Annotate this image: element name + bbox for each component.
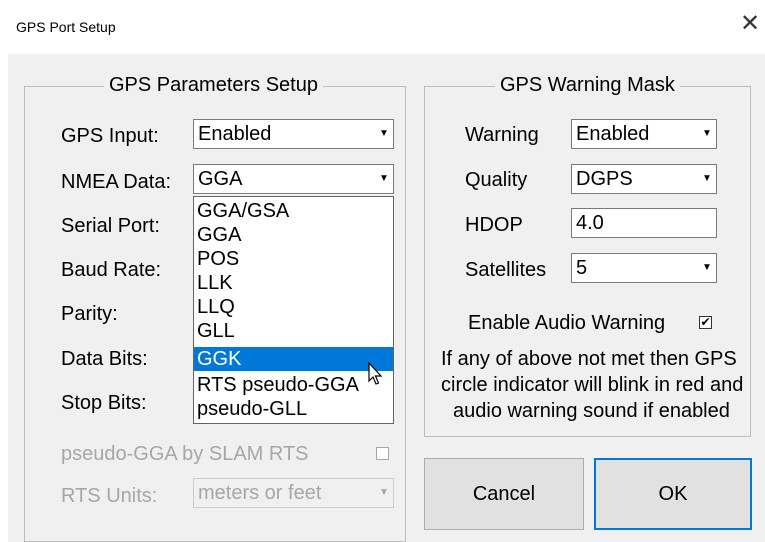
- dropdown-option[interactable]: RTS pseudo-GGA: [194, 373, 393, 397]
- chevron-down-icon[interactable]: ▼: [700, 167, 714, 191]
- dropdown-option-highlighted[interactable]: GGK: [194, 347, 393, 371]
- chevron-down-icon[interactable]: ▼: [377, 481, 391, 505]
- close-icon[interactable]: ✕: [740, 12, 760, 36]
- gps-warning-title: GPS Warning Mask: [495, 74, 680, 97]
- hdop-value: 4.0: [576, 212, 604, 234]
- satellites-value: 5: [576, 257, 588, 279]
- satellites-select[interactable]: 5 ▼: [571, 253, 717, 283]
- dropdown-option[interactable]: LLQ: [194, 295, 393, 319]
- pseudo-gga-label: pseudo-GGA by SLAM RTS: [61, 443, 309, 465]
- warning-select[interactable]: Enabled ▼: [571, 119, 717, 149]
- chevron-down-icon[interactable]: ▼: [700, 122, 714, 146]
- quality-value: DGPS: [576, 168, 633, 190]
- satellites-label: Satellites: [465, 259, 547, 281]
- dropdown-option[interactable]: GGA: [194, 223, 393, 247]
- warning-note-line-3: audio warning sound if enabled: [453, 400, 730, 422]
- dropdown-option[interactable]: GGA/GSA: [194, 199, 393, 223]
- quality-label: Quality: [465, 169, 528, 191]
- ok-button[interactable]: OK: [594, 458, 752, 530]
- audio-warning-checkbox[interactable]: ✔: [699, 316, 712, 329]
- window-title: GPS Port Setup: [16, 19, 116, 35]
- warning-note-line-2: circle indicator will blink in red and: [441, 374, 744, 396]
- dropdown-option[interactable]: pseudo-GLL: [194, 397, 393, 421]
- mouse-pointer-icon: [368, 362, 383, 385]
- rts-units-select[interactable]: meters or feet ▼: [193, 478, 394, 508]
- serial-port-label: Serial Port:: [61, 215, 160, 237]
- dropdown-option[interactable]: GLL: [194, 319, 393, 343]
- gps-input-value: Enabled: [198, 123, 272, 145]
- baud-rate-label: Baud Rate:: [61, 259, 162, 281]
- quality-select[interactable]: DGPS ▼: [571, 164, 717, 194]
- nmea-data-select[interactable]: GGA ▼: [193, 164, 394, 194]
- dropdown-option[interactable]: LLK: [194, 271, 393, 295]
- data-bits-label: Data Bits:: [61, 348, 148, 370]
- title-bar: GPS Port Setup ✕: [0, 0, 765, 54]
- audio-warning-label: Enable Audio Warning: [468, 312, 666, 334]
- hdop-input[interactable]: 4.0: [571, 208, 717, 238]
- stop-bits-label: Stop Bits:: [61, 392, 147, 414]
- gps-parameters-title: GPS Parameters Setup: [104, 74, 323, 97]
- gps-input-label: GPS Input:: [61, 125, 159, 147]
- chevron-down-icon[interactable]: ▼: [377, 122, 391, 146]
- chevron-down-icon[interactable]: ▼: [700, 256, 714, 280]
- nmea-data-value: GGA: [198, 168, 243, 190]
- chevron-down-icon[interactable]: ▼: [377, 167, 391, 191]
- gps-input-select[interactable]: Enabled ▼: [193, 119, 394, 149]
- rts-units-value: meters or feet: [198, 482, 322, 504]
- hdop-label: HDOP: [465, 214, 523, 236]
- pseudo-gga-checkbox[interactable]: [376, 447, 389, 460]
- warning-value: Enabled: [576, 123, 650, 145]
- dropdown-option[interactable]: POS: [194, 247, 393, 271]
- warning-label: Warning: [465, 124, 539, 146]
- warning-note-line-1: If any of above not met then GPS: [441, 348, 737, 370]
- cancel-button[interactable]: Cancel: [424, 458, 584, 530]
- parity-label: Parity:: [61, 303, 118, 325]
- rts-units-label: RTS Units:: [61, 485, 158, 507]
- nmea-dropdown-list: GGA/GSA GGA POS LLK LLQ GLL GGK RTS pseu…: [193, 196, 394, 424]
- nmea-data-label: NMEA Data:: [61, 171, 172, 193]
